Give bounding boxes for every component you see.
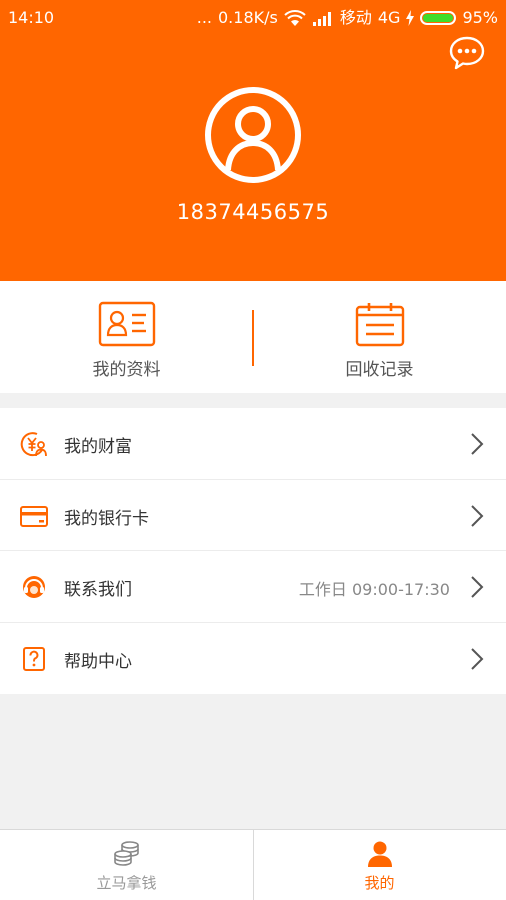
chevron-right-icon [471,504,484,527]
menu-item-wealth[interactable]: 我的财富 [0,408,506,480]
customer-service-icon [23,576,45,598]
profile-header: 14:10 ... 0.18K/s 移动 4G 95% 18374456575 [0,0,506,281]
tab-get-money-label: 立马拿钱 [96,874,157,892]
battery-icon [420,11,457,25]
chat-bubble-icon[interactable] [448,35,486,71]
status-bar: 14:10 ... 0.18K/s 移动 4G 95% [0,0,506,36]
recycle-records-button[interactable]: 回收记录 [253,281,506,393]
status-right: ... 0.18K/s 移动 4G 95% [197,8,498,28]
menu-item-label: 我的银行卡 [64,508,149,529]
status-network: 4G [377,8,401,27]
menu-item-label: 我的财富 [64,437,132,457]
status-carrier: 移动 [339,8,372,27]
status-dots: ... [196,8,212,27]
recycle-records-label: 回收记录 [345,360,414,380]
id-card-icon [98,301,155,347]
coins-icon [113,841,139,866]
bottom-tab-bar: 立马拿钱 我的 [0,829,506,900]
status-speed: 0.18K/s [218,8,278,27]
menu-item-label: 帮助中心 [64,651,132,672]
tab-mine[interactable]: 我的 [253,830,506,900]
wealth-icon [20,432,47,457]
status-time: 14:10 [8,8,55,27]
person-icon [367,841,392,867]
tab-mine-label: 我的 [364,874,395,892]
user-phone: 18374456575 [176,200,330,224]
chevron-right-icon [471,433,484,455]
menu-item-contact-us[interactable]: 联系我们 工作日 09:00-17:30 [0,551,506,623]
chevron-right-icon [471,647,484,670]
tab-get-money[interactable]: 立马拿钱 [0,830,253,900]
my-profile-button[interactable]: 我的资料 [0,281,253,393]
chevron-right-icon [471,576,484,598]
cell-signal-icon [312,12,331,26]
charging-icon [406,10,415,26]
my-profile-label: 我的资料 [92,360,161,380]
user-avatar-icon[interactable] [203,85,303,185]
calendar-icon [355,303,404,347]
menu-list: 我的财富 我的银行卡 联系我们 工作日 09:00-17:30 帮助中心 [0,408,506,694]
working-hours: 工作日 09:00-17:30 [298,580,450,599]
wifi-icon [284,10,306,26]
menu-item-bank-card[interactable]: 我的银行卡 [0,480,506,551]
menu-item-help-center[interactable]: 帮助中心 [0,623,506,695]
help-icon [23,646,45,671]
quick-actions: 我的资料 回收记录 [0,281,506,393]
status-battery: 95% [462,8,498,27]
menu-item-label: 联系我们 [64,580,132,600]
bank-card-icon [20,505,48,527]
